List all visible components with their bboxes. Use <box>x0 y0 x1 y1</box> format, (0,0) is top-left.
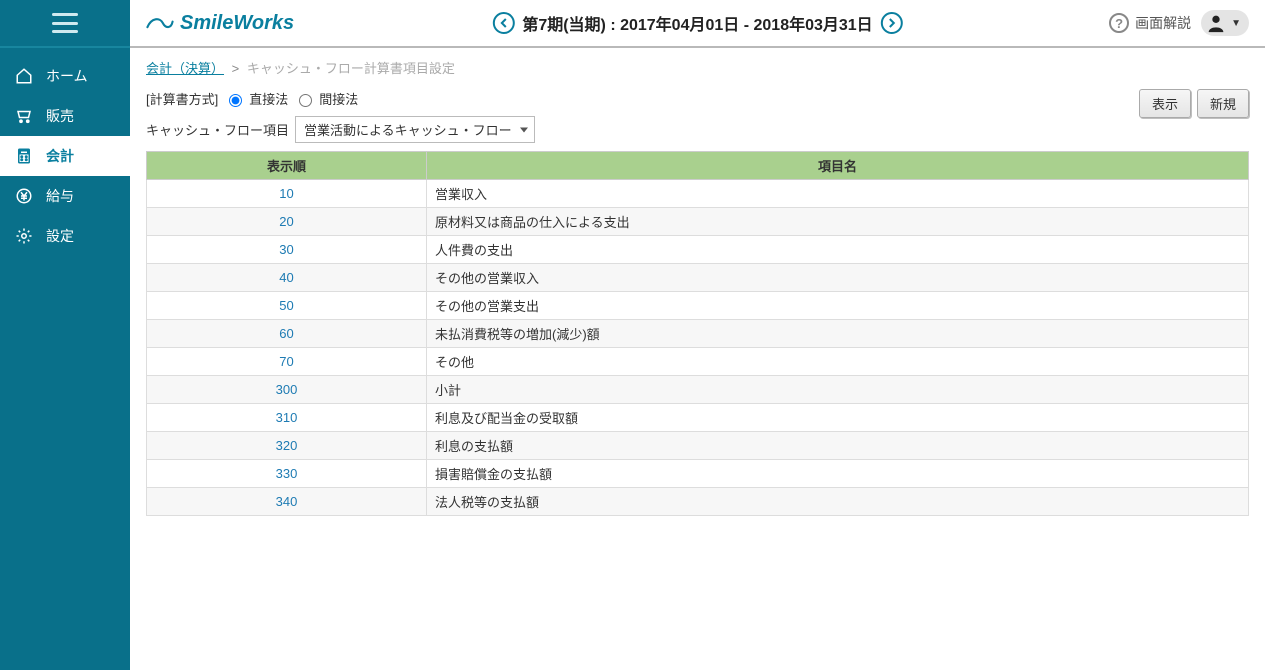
period-selector: 第7期(当期) : 2017年04月01日 - 2018年03月31日 <box>492 11 902 35</box>
row-order[interactable]: 310 <box>147 404 427 432</box>
table-row: 300小計 <box>147 376 1249 404</box>
period-next-button[interactable] <box>881 12 903 34</box>
cf-select-line: キャッシュ・フロー項目 営業活動によるキャッシュ・フロー <box>146 116 535 143</box>
row-order[interactable]: 30 <box>147 236 427 264</box>
row-order[interactable]: 330 <box>147 460 427 488</box>
row-order[interactable]: 340 <box>147 488 427 516</box>
filter-left: [計算書方式] 直接法 間接法 キャッシュ・フロー項目 営業活動によるキャッシュ… <box>146 89 535 143</box>
row-order[interactable]: 70 <box>147 348 427 376</box>
table-row: 330損害賠償金の支払額 <box>147 460 1249 488</box>
table-row: 10営業収入 <box>147 180 1249 208</box>
action-buttons: 表示 新規 <box>1139 89 1249 118</box>
sidebar-item-cart[interactable]: 販売 <box>0 96 130 136</box>
table-wrap: 表示順 項目名 10営業収入20原材料又は商品の仕入による支出30人件費の支出4… <box>130 151 1265 516</box>
table-row: 340法人税等の支払額 <box>147 488 1249 516</box>
row-name: 小計 <box>427 376 1249 404</box>
sidebar-item-label: ホーム <box>46 66 88 86</box>
th-name: 項目名 <box>427 152 1249 180</box>
breadcrumb-current: キャッシュ・フロー計算書項目設定 <box>247 61 455 76</box>
calculator-icon <box>14 146 34 166</box>
user-menu-button[interactable]: ▼ <box>1201 10 1249 36</box>
table-row: 30人件費の支出 <box>147 236 1249 264</box>
sidebar-item-gear[interactable]: 設定 <box>0 216 130 256</box>
row-order[interactable]: 50 <box>147 292 427 320</box>
row-order[interactable]: 320 <box>147 432 427 460</box>
row-order[interactable]: 40 <box>147 264 427 292</box>
topbar: SmileWorks 第7期(当期) : 2017年04月01日 - 2018年… <box>130 0 1265 48</box>
avatar-icon <box>1205 12 1227 34</box>
sidebar-item-label: 販売 <box>46 106 74 126</box>
home-icon <box>14 66 34 86</box>
method-radio-group: [計算書方式] 直接法 間接法 <box>146 89 535 108</box>
help-label: 画面解説 <box>1135 13 1191 33</box>
logo-icon <box>146 13 174 33</box>
sidebar-item-label: 給与 <box>46 186 74 206</box>
table-row: 320利息の支払額 <box>147 432 1249 460</box>
row-name: 法人税等の支払額 <box>427 488 1249 516</box>
yen-icon <box>14 186 34 206</box>
main: SmileWorks 第7期(当期) : 2017年04月01日 - 2018年… <box>130 0 1265 670</box>
show-button[interactable]: 表示 <box>1139 89 1191 118</box>
row-name: その他の営業収入 <box>427 264 1249 292</box>
cf-select[interactable]: 営業活動によるキャッシュ・フロー <box>295 116 535 143</box>
row-order[interactable]: 10 <box>147 180 427 208</box>
breadcrumb-sep: > <box>232 61 240 76</box>
method-direct-radio[interactable]: 直接法 <box>224 89 288 108</box>
row-name: 損害賠償金の支払額 <box>427 460 1249 488</box>
cart-icon <box>14 106 34 126</box>
table-row: 40その他の営業収入 <box>147 264 1249 292</box>
brand-logo[interactable]: SmileWorks <box>146 12 294 35</box>
sidebar-item-calculator[interactable]: 会計 <box>0 136 130 176</box>
table-row: 50その他の営業支出 <box>147 292 1249 320</box>
period-prev-button[interactable] <box>492 12 514 34</box>
sidebar-item-label: 設定 <box>46 226 74 246</box>
row-name: その他 <box>427 348 1249 376</box>
method-label: [計算書方式] <box>146 89 218 108</box>
cf-label: キャッシュ・フロー項目 <box>146 120 289 139</box>
row-order[interactable]: 300 <box>147 376 427 404</box>
method-direct-label: 直接法 <box>249 89 288 108</box>
row-name: 利息及び配当金の受取額 <box>427 404 1249 432</box>
menu-icon[interactable] <box>52 13 78 33</box>
sidebar-item-label: 会計 <box>46 146 74 166</box>
row-order[interactable]: 60 <box>147 320 427 348</box>
row-name: 原材料又は商品の仕入による支出 <box>427 208 1249 236</box>
row-name: 営業収入 <box>427 180 1249 208</box>
period-label: 第7期(当期) : 2017年04月01日 - 2018年03月31日 <box>522 11 872 35</box>
row-order[interactable]: 20 <box>147 208 427 236</box>
sidebar-item-home[interactable]: ホーム <box>0 56 130 96</box>
chevron-down-icon: ▼ <box>1231 18 1241 29</box>
table-row: 70その他 <box>147 348 1249 376</box>
brand-text: SmileWorks <box>180 12 294 35</box>
topbar-right: ? 画面解説 ▼ <box>1109 10 1249 36</box>
filter-row: [計算書方式] 直接法 間接法 キャッシュ・フロー項目 営業活動によるキャッシュ… <box>130 77 1265 151</box>
new-button[interactable]: 新規 <box>1197 89 1249 118</box>
method-indirect-radio[interactable]: 間接法 <box>294 89 358 108</box>
hamburger-wrap <box>0 0 130 48</box>
method-indirect-label: 間接法 <box>319 89 358 108</box>
breadcrumb-link[interactable]: 会計（決算） <box>146 61 224 76</box>
breadcrumb: 会計（決算） > キャッシュ・フロー計算書項目設定 <box>130 48 1265 77</box>
row-name: 人件費の支出 <box>427 236 1249 264</box>
sidebar-item-yen[interactable]: 給与 <box>0 176 130 216</box>
items-table: 表示順 項目名 10営業収入20原材料又は商品の仕入による支出30人件費の支出4… <box>146 151 1249 516</box>
row-name: 利息の支払額 <box>427 432 1249 460</box>
help-button[interactable]: ? 画面解説 <box>1109 13 1191 33</box>
nav: ホーム販売会計給与設定 <box>0 48 130 256</box>
gear-icon <box>14 226 34 246</box>
question-icon: ? <box>1109 13 1129 33</box>
method-indirect-input[interactable] <box>299 94 312 107</box>
cf-select-value: 営業活動によるキャッシュ・フロー <box>304 123 512 138</box>
row-name: 未払消費税等の増加(減少)額 <box>427 320 1249 348</box>
row-name: その他の営業支出 <box>427 292 1249 320</box>
method-direct-input[interactable] <box>229 94 242 107</box>
table-row: 20原材料又は商品の仕入による支出 <box>147 208 1249 236</box>
th-order: 表示順 <box>147 152 427 180</box>
sidebar: ホーム販売会計給与設定 <box>0 0 130 670</box>
table-row: 60未払消費税等の増加(減少)額 <box>147 320 1249 348</box>
table-row: 310利息及び配当金の受取額 <box>147 404 1249 432</box>
